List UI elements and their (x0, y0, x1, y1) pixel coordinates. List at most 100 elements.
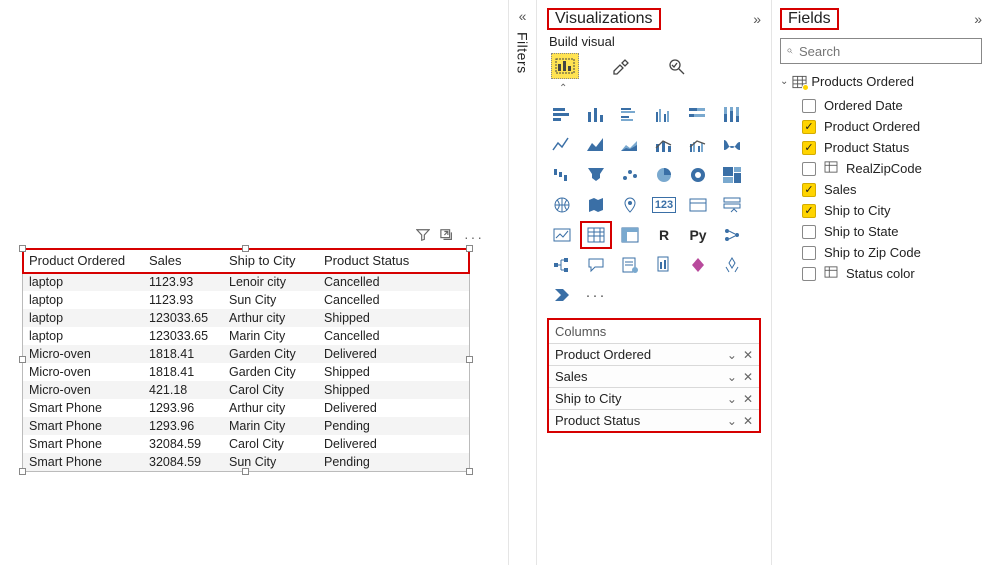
resize-handle[interactable] (466, 468, 473, 475)
filter-icon[interactable] (416, 228, 430, 245)
clustered-column-icon[interactable] (649, 102, 679, 128)
resize-handle[interactable] (19, 356, 26, 363)
field-well-item[interactable]: Product Status⌄✕ (549, 410, 759, 431)
collapse-viz-icon[interactable]: » (753, 11, 761, 27)
field-item[interactable]: ✓Sales (780, 179, 982, 200)
clustered-bar-icon[interactable] (615, 102, 645, 128)
gauge-icon[interactable]: 123 (649, 192, 679, 218)
remove-field-icon[interactable]: ✕ (743, 370, 753, 384)
map-icon[interactable] (547, 192, 577, 218)
stacked-column-icon[interactable] (581, 102, 611, 128)
field-checkbox[interactable]: ✓ (802, 141, 816, 155)
resize-handle[interactable] (242, 245, 249, 252)
table-visual-icon[interactable] (581, 222, 611, 248)
smart-narrative-icon[interactable] (615, 252, 645, 278)
field-item[interactable]: Ship to Zip Code (780, 242, 982, 263)
field-checkbox[interactable] (802, 99, 816, 113)
filters-pane-collapsed[interactable]: « Filters (509, 0, 537, 565)
field-checkbox[interactable] (802, 162, 816, 176)
remove-field-icon[interactable]: ✕ (743, 414, 753, 428)
resize-handle[interactable] (19, 468, 26, 475)
field-item[interactable]: Status color (780, 263, 982, 284)
table-visual[interactable]: Product Ordered Sales Ship to City Produ… (22, 248, 470, 472)
line-stacked-column-icon[interactable] (649, 132, 679, 158)
stacked-bar-icon[interactable] (547, 102, 577, 128)
search-input[interactable] (799, 44, 975, 59)
area-chart-icon[interactable] (581, 132, 611, 158)
pie-chart-icon[interactable] (649, 162, 679, 188)
table-node[interactable]: ⌄ Products Ordered (780, 74, 982, 89)
report-canvas[interactable]: ··· Product Ordered Sales Ship to City P… (0, 0, 509, 565)
power-apps-icon[interactable] (683, 252, 713, 278)
field-checkbox[interactable]: ✓ (802, 204, 816, 218)
field-checkbox[interactable]: ✓ (802, 120, 816, 134)
stacked-bar-100-icon[interactable] (683, 102, 713, 128)
field-item[interactable]: RealZipCode (780, 158, 982, 179)
field-item[interactable]: Ship to State (780, 221, 982, 242)
more-options-icon[interactable]: ··· (464, 229, 484, 245)
field-well-item[interactable]: Product Ordered⌄✕ (549, 344, 759, 366)
field-checkbox[interactable] (802, 267, 816, 281)
scatter-icon[interactable] (615, 162, 645, 188)
table-row[interactable]: Smart Phone1293.96Arthur cityDelivered (23, 399, 469, 417)
expand-filters-icon[interactable]: « (519, 8, 527, 24)
chevron-down-icon[interactable]: ⌄ (727, 348, 737, 362)
column-header[interactable]: Product Ordered (23, 249, 143, 273)
stacked-area-icon[interactable] (615, 132, 645, 158)
column-header[interactable]: Sales (143, 249, 223, 273)
r-visual-icon[interactable]: R (649, 222, 679, 248)
stacked-column-100-icon[interactable] (717, 102, 747, 128)
table-row[interactable]: laptop123033.65Arthur cityShipped (23, 309, 469, 327)
focus-mode-icon[interactable] (440, 228, 454, 245)
build-tab-icon[interactable] (551, 53, 579, 79)
resize-handle[interactable] (466, 356, 473, 363)
table-row[interactable]: laptop1123.93Lenoir cityCancelled (23, 273, 469, 292)
waterfall-icon[interactable] (547, 162, 577, 188)
collapse-fields-icon[interactable]: » (974, 11, 982, 27)
field-checkbox[interactable]: ✓ (802, 183, 816, 197)
field-checkbox[interactable] (802, 246, 816, 260)
table-row[interactable]: Smart Phone32084.59Carol CityDelivered (23, 435, 469, 453)
fields-search[interactable] (780, 38, 982, 64)
field-well-item[interactable]: Sales⌄✕ (549, 366, 759, 388)
column-header[interactable]: Product Status (318, 249, 469, 273)
kpi-icon[interactable] (547, 222, 577, 248)
power-automate-icon[interactable] (547, 282, 577, 308)
paginated-report-icon[interactable] (649, 252, 679, 278)
field-well-item[interactable]: Ship to City⌄✕ (549, 388, 759, 410)
get-more-visuals-icon[interactable] (717, 252, 747, 278)
field-checkbox[interactable] (802, 225, 816, 239)
key-influencers-icon[interactable] (717, 222, 747, 248)
table-row[interactable]: laptop1123.93Sun CityCancelled (23, 291, 469, 309)
more-visuals-icon[interactable]: ··· (581, 282, 611, 308)
treemap-icon[interactable] (717, 162, 747, 188)
line-clustered-column-icon[interactable] (683, 132, 713, 158)
column-header[interactable]: Ship to City (223, 249, 318, 273)
chevron-down-icon[interactable]: ⌄ (727, 392, 737, 406)
donut-chart-icon[interactable] (683, 162, 713, 188)
resize-handle[interactable] (242, 468, 249, 475)
field-item[interactable]: Ordered Date (780, 95, 982, 116)
multi-row-card-icon[interactable] (717, 192, 747, 218)
resize-handle[interactable] (466, 245, 473, 252)
filled-map-icon[interactable] (581, 192, 611, 218)
table-row[interactable]: Smart Phone1293.96Marin CityPending (23, 417, 469, 435)
funnel-icon[interactable] (581, 162, 611, 188)
field-item[interactable]: ✓Ship to City (780, 200, 982, 221)
resize-handle[interactable] (19, 245, 26, 252)
table-row[interactable]: laptop123033.65Marin CityCancelled (23, 327, 469, 345)
azure-map-icon[interactable] (615, 192, 645, 218)
field-item[interactable]: ✓Product Ordered (780, 116, 982, 137)
line-chart-icon[interactable] (547, 132, 577, 158)
table-row[interactable]: Micro-oven421.18Carol CityShipped (23, 381, 469, 399)
python-visual-icon[interactable]: Py (683, 222, 713, 248)
remove-field-icon[interactable]: ✕ (743, 348, 753, 362)
decomposition-tree-icon[interactable] (547, 252, 577, 278)
matrix-icon[interactable] (615, 222, 645, 248)
ribbon-chart-icon[interactable] (717, 132, 747, 158)
remove-field-icon[interactable]: ✕ (743, 392, 753, 406)
qna-icon[interactable] (581, 252, 611, 278)
format-tab-icon[interactable] (607, 53, 635, 79)
analytics-tab-icon[interactable] (663, 53, 691, 79)
chevron-down-icon[interactable]: ⌄ (727, 414, 737, 428)
